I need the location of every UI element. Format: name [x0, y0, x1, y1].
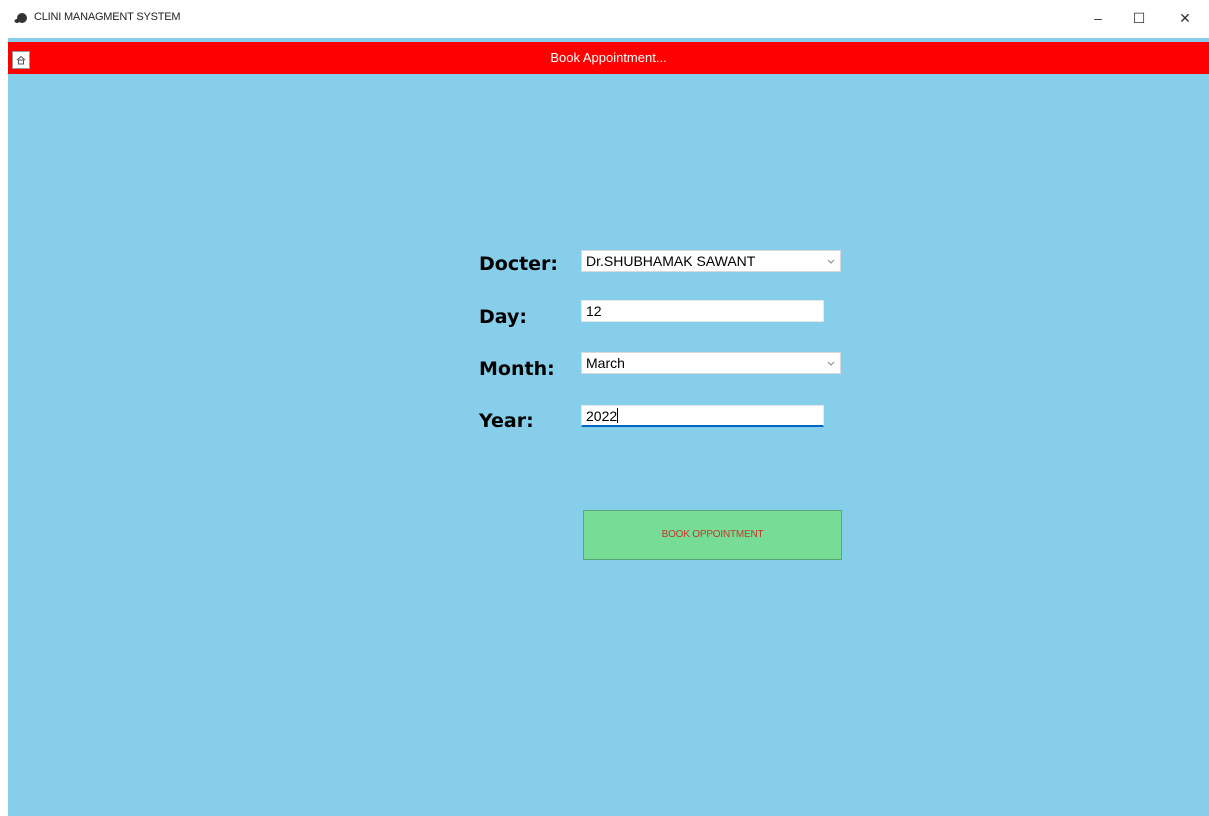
day-label: Day:: [479, 306, 527, 328]
text-caret: [617, 408, 619, 423]
doctor-select-value: Dr.SHUBHAMAK SAWANT: [586, 253, 756, 269]
month-select[interactable]: March: [581, 352, 841, 374]
chevron-down-icon: [827, 259, 835, 264]
home-icon: [16, 55, 26, 65]
booking-panel: Book Appointment... Docter: Dr.SHUBHAMAK…: [8, 38, 1209, 816]
home-button[interactable]: [12, 51, 30, 69]
year-input[interactable]: 2022: [581, 405, 824, 427]
year-label: Year:: [479, 410, 534, 432]
day-input-value: 12: [586, 303, 602, 319]
minimize-icon: –: [1094, 10, 1102, 26]
title-bar: CLINI MANAGMENT SYSTEM – ☐ ✕: [0, 0, 1209, 38]
day-input[interactable]: 12: [581, 300, 824, 322]
app-window: CLINI MANAGMENT SYSTEM – ☐ ✕ Book Appoin…: [0, 0, 1209, 816]
maximize-icon: ☐: [1132, 9, 1146, 26]
header-bar: Book Appointment...: [8, 42, 1209, 74]
doctor-select[interactable]: Dr.SHUBHAMAK SAWANT: [581, 250, 841, 272]
month-select-value: March: [586, 355, 625, 371]
app-icon: [14, 13, 27, 23]
window-title: CLINI MANAGMENT SYSTEM: [34, 11, 181, 23]
doctor-label: Docter:: [479, 253, 559, 275]
chevron-down-icon: [827, 361, 835, 366]
year-input-value: 2022: [586, 408, 618, 424]
maximize-button[interactable]: ☐: [1124, 6, 1154, 30]
close-button[interactable]: ✕: [1170, 6, 1200, 30]
month-label: Month:: [479, 358, 555, 380]
year-input-content: 2022: [586, 408, 619, 424]
book-appointment-button[interactable]: BOOK OPPOINTMENT: [583, 510, 842, 560]
page-title: Book Appointment...: [550, 50, 667, 65]
minimize-button[interactable]: –: [1083, 6, 1113, 30]
close-icon: ✕: [1179, 9, 1191, 26]
